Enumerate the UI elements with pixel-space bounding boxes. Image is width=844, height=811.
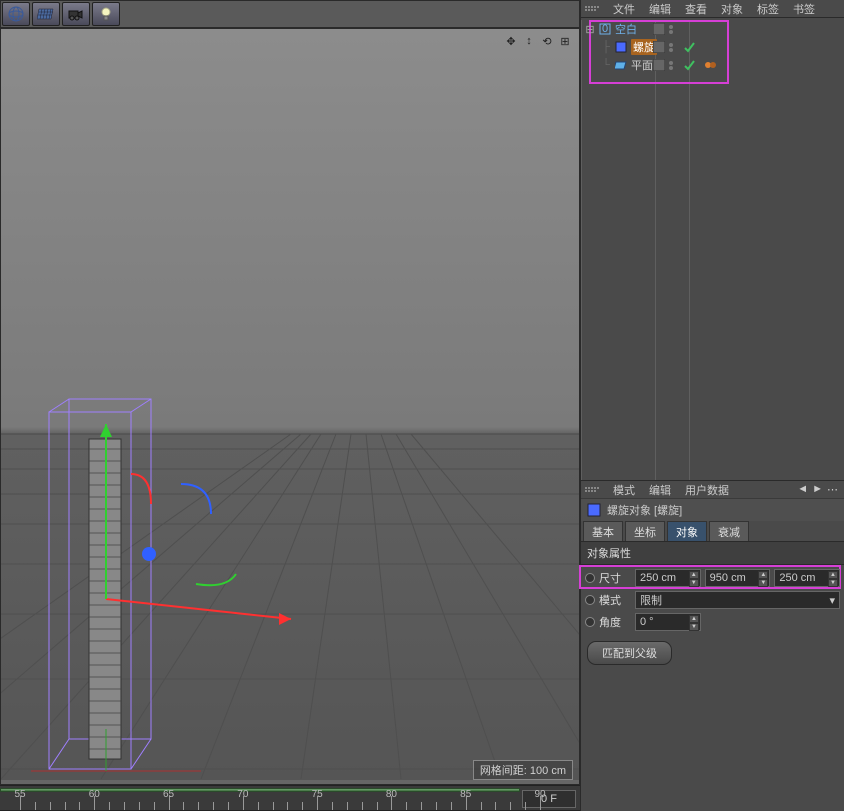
stepper-down-icon[interactable]: ▼ (689, 623, 699, 631)
anim-key-radio[interactable] (585, 573, 595, 583)
menu-objects[interactable]: 对象 (721, 1, 743, 17)
history-back-icon[interactable]: ◄ (797, 483, 808, 496)
section-object-props: 对象属性 (581, 541, 844, 565)
nav-move-icon[interactable]: ✥ (503, 33, 519, 49)
timeline-ruler[interactable]: 0 F 55 60 65 70 75 80 85 90 (0, 785, 580, 811)
deformer-icon (587, 503, 601, 517)
object-name[interactable]: 平面 (631, 57, 653, 73)
null-object-icon: 0 (598, 22, 612, 36)
attr-menu-extra-icon[interactable]: ⋯ (827, 483, 838, 496)
prop-label-mode: 模式 (599, 592, 631, 608)
panel-grip-icon[interactable] (585, 6, 599, 11)
ruler-tick-label: 80 (386, 789, 397, 800)
prop-label-size: 尺寸 (599, 570, 631, 586)
chevron-down-icon: ▾ (829, 594, 835, 607)
layer-dot-icon[interactable] (653, 23, 665, 35)
visibility-dots-icon[interactable] (668, 59, 680, 71)
ruler-tick-label: 90 (534, 789, 545, 800)
stepper-up-icon[interactable]: ▲ (689, 571, 699, 579)
layer-dot-icon[interactable] (653, 41, 665, 53)
menu-tags[interactable]: 标签 (757, 1, 779, 17)
menu-file[interactable]: 文件 (613, 1, 635, 17)
grid-spacing-label: 网格间距: 100 cm (473, 760, 573, 780)
ruler-tick-label: 75 (312, 789, 323, 800)
prop-label-angle: 角度 (599, 614, 631, 630)
stepper-up-icon[interactable]: ▲ (758, 571, 768, 579)
object-name[interactable]: 空白 (615, 21, 637, 37)
stepper-up-icon[interactable]: ▲ (828, 571, 838, 579)
prop-row-size: 尺寸 250 cm▲▼ 950 cm▲▼ 250 cm▲▼ (585, 567, 840, 589)
deformer-icon (614, 40, 628, 54)
object-tree[interactable]: ⊟ 0 空白 ├ 螺旋 (581, 18, 844, 480)
tree-row-helix[interactable]: ├ 螺旋 (583, 38, 842, 56)
visibility-dots-icon[interactable] (668, 41, 680, 53)
tab-object[interactable]: 对象 (667, 521, 707, 541)
menu-view[interactable]: 查看 (685, 1, 707, 17)
ruler-tick-label: 70 (237, 789, 248, 800)
tab-basic[interactable]: 基本 (583, 521, 623, 541)
ruler-tick-label: 85 (460, 789, 471, 800)
stepper-down-icon[interactable]: ▼ (758, 579, 768, 587)
tool-globe-icon[interactable] (2, 2, 30, 26)
plane-icon (614, 58, 628, 72)
tag-texture-icon[interactable] (704, 59, 716, 71)
nav-maximize-icon[interactable]: ⊞ (557, 33, 573, 49)
viewport[interactable]: ✥ ↕ ⟲ ⊞ 网格间距: 100 cm (0, 28, 580, 785)
enable-check-icon[interactable] (683, 59, 695, 71)
enable-check-icon[interactable] (683, 41, 695, 53)
history-fwd-icon[interactable]: ► (812, 483, 823, 496)
fit-to-parent-button[interactable]: 匹配到父级 (587, 641, 672, 665)
tab-coord[interactable]: 坐标 (625, 521, 665, 541)
anim-key-radio[interactable] (585, 617, 595, 627)
stepper-down-icon[interactable]: ▼ (828, 579, 838, 587)
tree-row-plane[interactable]: └ 平面 (583, 56, 842, 74)
attr-menu-bar: 模式 编辑 用户数据 ◄ ► ⋯ (581, 481, 844, 499)
visibility-dots-icon[interactable] (668, 23, 680, 35)
attr-menu-userdata[interactable]: 用户数据 (685, 482, 729, 498)
size-x-field[interactable]: 250 cm▲▼ (635, 569, 701, 587)
tree-row-null[interactable]: ⊟ 0 空白 (583, 20, 842, 38)
attr-object-title: 螺旋对象 [螺旋] (581, 499, 844, 521)
top-left-toolbar (0, 0, 580, 28)
nav-rotate-icon[interactable]: ⟲ (539, 33, 555, 49)
menu-bookmarks[interactable]: 书签 (793, 1, 815, 17)
attribute-manager: 模式 编辑 用户数据 ◄ ► ⋯ 螺旋对象 [螺旋] 基本 坐标 对象 衰减 对… (581, 480, 844, 811)
timeline-range-bar[interactable] (0, 788, 520, 792)
stepper-up-icon[interactable]: ▲ (689, 615, 699, 623)
prop-row-mode: 模式 限制▾ (585, 589, 840, 611)
attr-menu-edit[interactable]: 编辑 (649, 482, 671, 498)
anim-key-radio[interactable] (585, 595, 595, 605)
tool-camera-icon[interactable] (62, 2, 90, 26)
tab-falloff[interactable]: 衰减 (709, 521, 749, 541)
stepper-down-icon[interactable]: ▼ (689, 579, 699, 587)
object-manager-menu: 文件 编辑 查看 对象 标签 书签 (581, 0, 844, 18)
expand-toggle-icon[interactable]: ⊟ (585, 23, 595, 36)
prop-row-angle: 角度 0 °▲▼ (585, 611, 840, 633)
angle-field[interactable]: 0 °▲▼ (635, 613, 701, 631)
ruler-tick-label: 55 (14, 789, 25, 800)
current-frame-field[interactable]: 0 F (522, 790, 576, 808)
svg-text:0: 0 (602, 23, 608, 35)
mode-dropdown[interactable]: 限制▾ (635, 591, 840, 609)
menu-edit[interactable]: 编辑 (649, 1, 671, 17)
tool-light-icon[interactable] (92, 2, 120, 26)
attr-tab-row: 基本 坐标 对象 衰减 (581, 521, 844, 541)
layer-dot-icon[interactable] (653, 59, 665, 71)
panel-grip-icon[interactable] (585, 487, 599, 492)
viewport-nav-icons: ✥ ↕ ⟲ ⊞ (503, 33, 573, 49)
size-z-field[interactable]: 250 cm▲▼ (774, 569, 840, 587)
size-y-field[interactable]: 950 cm▲▼ (705, 569, 771, 587)
ruler-tick-label: 60 (89, 789, 100, 800)
nav-zoom-icon[interactable]: ↕ (521, 33, 537, 49)
ruler-tick-label: 65 (163, 789, 174, 800)
attr-menu-mode[interactable]: 模式 (613, 482, 635, 498)
tool-grid-icon[interactable] (32, 2, 60, 26)
